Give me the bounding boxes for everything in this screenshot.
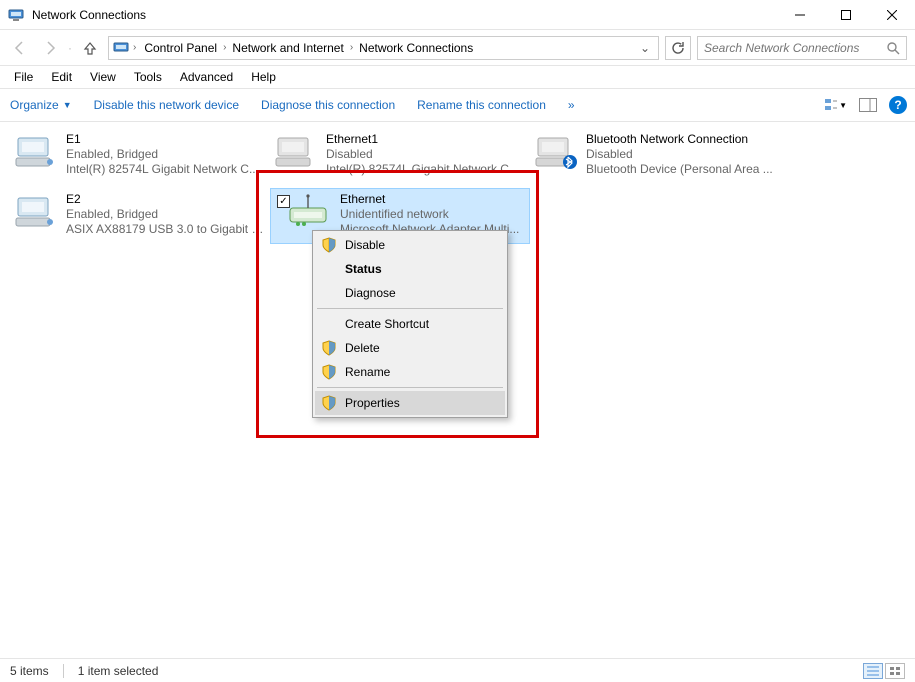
connection-name: E1 [66,132,259,147]
menu-view[interactable]: View [82,68,124,86]
connection-status: Disabled [586,147,773,162]
connections-grid: E1 Enabled, Bridged Intel(R) 82574L Giga… [10,128,905,244]
breadcrumb-item[interactable]: Network and Internet [228,39,347,57]
search-input[interactable] [704,41,886,55]
network-adapter-icon [14,132,58,172]
shield-icon [321,237,337,253]
connection-item[interactable]: E1 Enabled, Bridged Intel(R) 82574L Giga… [10,128,270,184]
connection-name: E2 [66,192,266,207]
menu-tools[interactable]: Tools [126,68,170,86]
location-icon [113,40,129,56]
breadcrumb-item[interactable]: Control Panel [140,39,221,57]
organize-button[interactable]: Organize ▼ [8,94,74,116]
connection-item[interactable]: Ethernet1 Disabled Intel(R) 82574L Gigab… [270,128,530,184]
chevron-right-icon: › [133,42,136,53]
nav-separator: · [68,41,72,55]
breadcrumb: Control Panel › Network and Internet › N… [140,39,477,57]
ctx-rename[interactable]: Rename [315,360,505,384]
breadcrumb-item[interactable]: Network Connections [355,39,477,57]
search-icon [886,41,900,55]
ctx-diagnose[interactable]: Diagnose [315,281,505,305]
chevron-down-icon: ▼ [839,101,847,110]
network-adapter-icon [14,192,58,232]
connection-name: Bluetooth Network Connection [586,132,773,147]
content-area: E1 Enabled, Bridged Intel(R) 82574L Giga… [0,122,915,658]
connection-name: Ethernet1 [326,132,519,147]
ctx-properties[interactable]: Properties [315,391,505,415]
details-view-button[interactable] [863,663,883,679]
divider [63,664,64,678]
up-button[interactable] [78,36,102,60]
menu-file[interactable]: File [6,68,41,86]
connection-device: Intel(R) 82574L Gigabit Network C... [66,162,259,177]
menu-bar: File Edit View Tools Advanced Help [0,66,915,88]
bluetooth-adapter-icon [534,132,578,172]
connection-device: ASIX AX88179 USB 3.0 to Gigabit E... [66,222,266,237]
back-button[interactable] [8,36,32,60]
command-bar: Organize ▼ Disable this network device D… [0,88,915,122]
help-button[interactable]: ? [889,96,907,114]
ctx-delete[interactable]: Delete [315,336,505,360]
address-dropdown-icon[interactable]: ⌄ [636,41,654,55]
connection-device: Bluetooth Device (Personal Area ... [586,162,773,177]
network-adapter-disabled-icon [274,132,318,172]
connection-status: Unidentified network [340,207,519,222]
chevron-down-icon: ▼ [63,100,72,110]
item-count: 5 items [10,664,49,678]
selection-count: 1 item selected [78,664,159,678]
status-bar: 5 items 1 item selected [0,658,915,682]
menu-help[interactable]: Help [243,68,284,86]
connection-device: Intel(R) 82574L Gigabit Network C... [326,162,519,177]
window-title: Network Connections [32,8,777,22]
connection-name: Ethernet [340,192,519,207]
refresh-button[interactable] [665,36,691,60]
disable-device-button[interactable]: Disable this network device [92,94,241,116]
shield-icon [321,395,337,411]
titlebar: Network Connections [0,0,915,30]
app-icon [8,7,24,23]
chevron-right-icon: › [350,42,353,53]
navigation-bar: · › Control Panel › Network and Internet… [0,30,915,66]
forward-button[interactable] [38,36,62,60]
diagnose-connection-button[interactable]: Diagnose this connection [259,94,397,116]
connection-item[interactable]: E2 Enabled, Bridged ASIX AX88179 USB 3.0… [10,188,270,244]
ctx-status[interactable]: Status [315,257,505,281]
connection-status: Enabled, Bridged [66,207,266,222]
context-menu: Disable Status Diagnose Create Shortcut … [312,230,508,418]
connection-status: Enabled, Bridged [66,147,259,162]
minimize-button[interactable] [777,0,823,30]
ctx-separator [317,387,503,388]
connection-status: Disabled [326,147,519,162]
rename-connection-button[interactable]: Rename this connection [415,94,548,116]
menu-advanced[interactable]: Advanced [172,68,241,86]
large-icons-view-button[interactable] [885,663,905,679]
overflow-button[interactable]: » [566,94,577,116]
address-bar[interactable]: › Control Panel › Network and Internet ›… [108,36,659,60]
shield-icon [321,364,337,380]
chevron-right-icon: › [223,42,226,53]
connection-item[interactable]: Bluetooth Network Connection Disabled Bl… [530,128,790,184]
preview-pane-button[interactable] [857,94,879,116]
ctx-disable[interactable]: Disable [315,233,505,257]
network-adapter-active-icon [288,192,332,232]
maximize-button[interactable] [823,0,869,30]
shield-icon [321,340,337,356]
change-view-button[interactable]: ▼ [825,94,847,116]
view-toggle [863,663,905,679]
menu-edit[interactable]: Edit [43,68,80,86]
ctx-create-shortcut[interactable]: Create Shortcut [315,312,505,336]
close-button[interactable] [869,0,915,30]
ctx-separator [317,308,503,309]
search-box[interactable] [697,36,907,60]
window-controls [777,0,915,30]
